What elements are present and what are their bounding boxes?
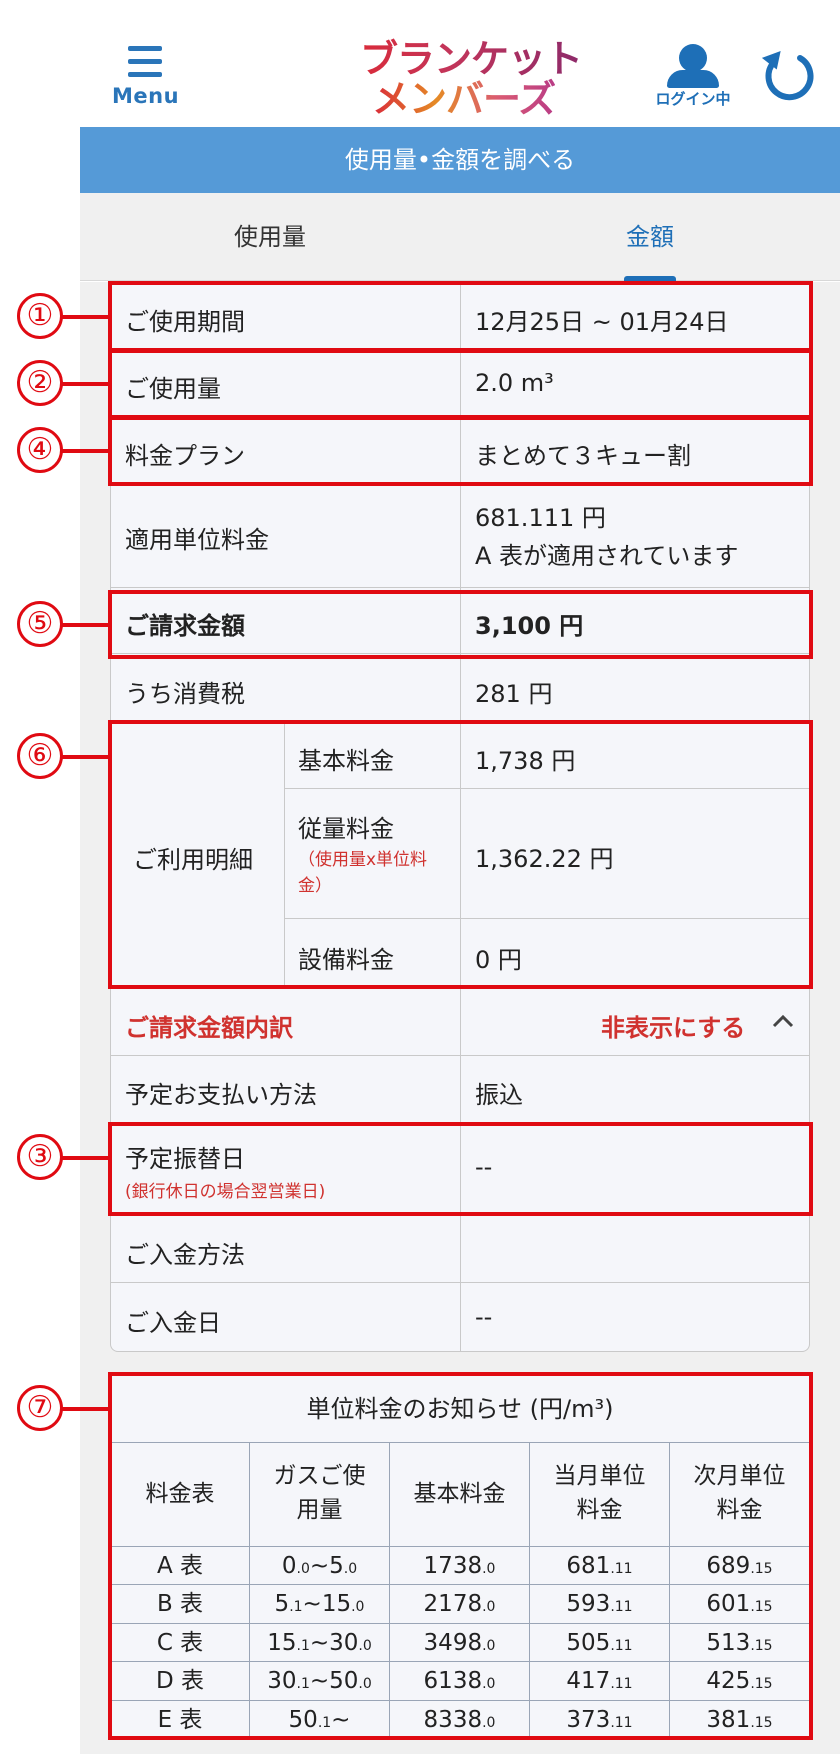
app-header: Menu ブランケット メンバーズ ログイン中 <box>0 0 840 127</box>
logo-line2: メンバーズ <box>372 68 556 123</box>
annotation-box-7 <box>108 1372 813 1740</box>
row-billing-breakdown-toggle[interactable]: ご請求金額内訳 非表示にする <box>111 988 809 1056</box>
payment-method-value: 振込 <box>475 1081 523 1109</box>
unit-price-label: 適用単位料金 <box>125 526 269 554</box>
annotation-marker-3: ③ <box>17 1134 63 1180</box>
hamburger-icon <box>128 44 162 78</box>
page-title: 使用量•金額を調べる <box>80 127 840 193</box>
annotation-box-6 <box>108 720 813 989</box>
brand-logo[interactable]: ブランケット メンバーズ <box>358 26 583 121</box>
login-label: ログイン中 <box>655 90 731 108</box>
annotation-connector-5 <box>62 623 110 627</box>
annotation-connector-4 <box>62 449 110 453</box>
row-tax: うち消費税 281 円 <box>111 654 809 722</box>
annotation-marker-4: ④ <box>17 427 63 473</box>
annotation-box-2 <box>108 349 813 419</box>
annotation-box-1 <box>108 281 813 352</box>
row-payment-method: 予定お支払い方法 振込 <box>111 1056 809 1123</box>
menu-label: Menu <box>112 84 180 108</box>
tax-label: うち消費税 <box>125 680 245 708</box>
row-deposit-method: ご入金方法 <box>111 1215 809 1283</box>
user-icon <box>679 44 707 72</box>
user-icon-body <box>667 70 719 88</box>
chevron-up-icon[interactable] <box>771 1012 795 1030</box>
annotation-connector-3 <box>62 1156 110 1160</box>
annotation-marker-5: ⑤ <box>17 601 63 647</box>
annotation-connector-1 <box>62 315 110 319</box>
deposit-date-label: ご入金日 <box>125 1309 221 1337</box>
login-status-button[interactable]: ログイン中 <box>650 42 736 108</box>
tab-amount[interactable]: 金額 <box>460 193 840 281</box>
reload-icon[interactable] <box>760 48 816 104</box>
unit-price-table-note: A 表が適用されています <box>475 542 739 570</box>
annotation-connector-2 <box>62 382 110 386</box>
annotation-marker-7: ⑦ <box>17 1385 63 1431</box>
unit-price-value: 681.111 円 <box>475 504 606 532</box>
tab-usage[interactable]: 使用量 <box>80 193 460 281</box>
row-deposit-date: ご入金日 -- <box>111 1283 809 1351</box>
annotation-marker-2: ② <box>17 360 63 406</box>
annotation-marker-1: ① <box>17 293 63 339</box>
annotation-box-3 <box>108 1122 813 1216</box>
annotation-connector-6 <box>62 755 110 759</box>
tax-value: 281 円 <box>475 680 553 708</box>
annotation-connector-7 <box>62 1407 110 1411</box>
menu-button[interactable]: Menu <box>112 40 180 110</box>
billing-breakdown-label: ご請求金額内訳 <box>125 1014 293 1042</box>
tab-bar: 使用量 金額 <box>80 193 840 281</box>
annotation-marker-6: ⑥ <box>17 733 63 779</box>
annotation-box-4 <box>108 416 813 486</box>
deposit-date-value: -- <box>475 1303 493 1331</box>
payment-method-label: 予定お支払い方法 <box>125 1081 317 1109</box>
annotation-box-5 <box>108 590 813 659</box>
row-unit-price: 適用単位料金 681.111 円 A 表が適用されています <box>111 484 809 588</box>
deposit-method-label: ご入金方法 <box>125 1241 245 1269</box>
hide-toggle-label[interactable]: 非表示にする <box>601 1008 745 1043</box>
